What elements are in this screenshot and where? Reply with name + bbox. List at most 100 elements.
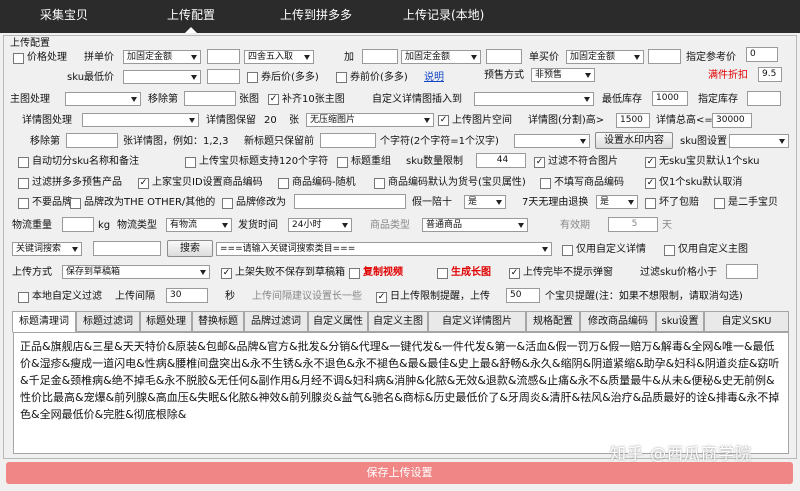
- no-popup-checkbox[interactable]: ✓: [509, 268, 520, 279]
- tab-spec-config[interactable]: 规格配置: [526, 311, 580, 332]
- fail-no-draft-checkbox[interactable]: ✓: [221, 268, 232, 279]
- tab-replace-title[interactable]: 替换标题: [192, 311, 244, 332]
- detail-process-select[interactable]: [82, 113, 199, 127]
- title-rule-select[interactable]: [514, 134, 590, 148]
- min-stock-input[interactable]: 1000: [652, 91, 688, 106]
- ref-price-input[interactable]: 0: [746, 47, 778, 62]
- auto-cut-checkbox[interactable]: [18, 157, 29, 168]
- main-image-select[interactable]: [65, 92, 141, 106]
- remove-nth-detail-input[interactable]: [66, 133, 118, 148]
- nav-tab-upload-config[interactable]: 上传配置: [167, 0, 215, 33]
- tab-title-process[interactable]: 标题处理: [140, 311, 192, 332]
- logistics-type-select[interactable]: 有物流: [166, 218, 232, 232]
- upload-mode-select[interactable]: 保存到草稿箱: [62, 265, 210, 279]
- detail-split-input[interactable]: 1500: [616, 113, 650, 128]
- code-random-checkbox[interactable]: [278, 178, 289, 189]
- copy-video-checkbox[interactable]: [349, 268, 360, 279]
- sku-image-select[interactable]: [729, 134, 789, 148]
- tab-custom-main-image[interactable]: 自定义主图: [368, 311, 428, 332]
- only-custom-main-checkbox[interactable]: [664, 245, 675, 256]
- price-process-checkbox[interactable]: [13, 53, 24, 64]
- tab-title-clean-words[interactable]: 标题清理词: [12, 311, 76, 333]
- filter-presale-checkbox[interactable]: [18, 178, 29, 189]
- sku-min-price-select[interactable]: [123, 70, 201, 84]
- second-hand-checkbox[interactable]: [714, 198, 725, 209]
- plus-amount-input[interactable]: [486, 49, 522, 64]
- nav-tab-upload-pdd[interactable]: 上传到拼多多: [280, 0, 352, 33]
- custom-detail-insert-label: 自定义详情图插入到: [372, 94, 462, 105]
- save-settings-button[interactable]: 保存上传设置: [6, 462, 793, 484]
- watermark-button[interactable]: 设置水印内容: [595, 132, 673, 149]
- rounding-select[interactable]: 四舍五入取: [244, 50, 314, 64]
- presale-select[interactable]: 非预售: [531, 68, 595, 82]
- gen-long-image-checkbox[interactable]: [437, 268, 448, 279]
- broken-pay-checkbox[interactable]: [645, 198, 656, 209]
- pdd-price-amount-input[interactable]: [207, 49, 240, 64]
- brand-other-checkbox[interactable]: [70, 198, 81, 209]
- local-filter-label: 本地自定义过滤: [32, 291, 102, 302]
- weight-label: 物流重量: [12, 220, 52, 231]
- compress-select[interactable]: 无压缩图片: [306, 113, 434, 127]
- title-clean-words-textarea[interactable]: 正品&旗舰店&三星&天天特价&原装&包邮&品牌&官方&批发&分销&代理&一键代发…: [13, 332, 789, 454]
- tab-custom-attributes[interactable]: 自定义属性: [308, 311, 368, 332]
- set-stock-input[interactable]: [747, 91, 781, 106]
- keyword-search-select[interactable]: 关键词搜索: [12, 242, 82, 256]
- sku-min-price-input[interactable]: [207, 69, 240, 84]
- tab-title-filter-words[interactable]: 标题过滤词: [76, 311, 140, 332]
- no-sku-upload-label: 无sku宝贝默认1个sku: [659, 156, 760, 167]
- filter-bad-images-checkbox[interactable]: ✓: [534, 157, 545, 168]
- code-default-checkbox[interactable]: [374, 178, 385, 189]
- tab-sku-settings[interactable]: sku设置: [656, 311, 704, 332]
- local-filter-checkbox[interactable]: [18, 292, 29, 303]
- brand-edit-checkbox[interactable]: [222, 198, 233, 209]
- keyword-input[interactable]: [93, 241, 161, 256]
- explain-link[interactable]: 说明: [424, 71, 444, 85]
- tab-brand-filter-words[interactable]: 品牌过滤词: [244, 311, 308, 332]
- fill-main-checkbox[interactable]: ✓: [268, 94, 279, 105]
- daily-limit-input[interactable]: 50: [506, 288, 540, 303]
- title-reorg-checkbox[interactable]: [337, 157, 348, 168]
- filter-sku-price-input[interactable]: [726, 264, 758, 279]
- category-select[interactable]: ===请输入关键词搜索类目===: [216, 242, 552, 256]
- tab-custom-sku[interactable]: 自定义SKU: [704, 311, 789, 332]
- brand-edit-input[interactable]: [294, 194, 406, 209]
- valid-period-label: 有效期: [560, 220, 590, 231]
- detail-total-input[interactable]: 30000: [712, 113, 752, 128]
- search-button[interactable]: 搜索: [167, 240, 213, 257]
- ship-time-select[interactable]: 24小时: [288, 218, 352, 232]
- no-brand-checkbox[interactable]: [18, 198, 29, 209]
- only-custom-detail-checkbox[interactable]: [562, 245, 573, 256]
- valid-period-input[interactable]: 5: [608, 217, 658, 232]
- tab-edit-goods-code[interactable]: 修改商品编码: [580, 311, 656, 332]
- seven-day-select[interactable]: 是: [596, 195, 638, 209]
- nav-tab-collect[interactable]: 采集宝贝: [40, 0, 88, 33]
- single-price-amount-input[interactable]: [648, 49, 681, 64]
- goods-type-select[interactable]: 普通商品: [422, 218, 528, 232]
- nav-tab-upload-records[interactable]: 上传记录(本地): [403, 0, 484, 33]
- fake-one-select[interactable]: 是: [464, 195, 506, 209]
- weight-input[interactable]: [62, 217, 94, 232]
- detail-space-checkbox[interactable]: ✓: [438, 115, 449, 126]
- before-coupon-checkbox[interactable]: [336, 72, 347, 83]
- upload-interval-input[interactable]: 30: [166, 288, 208, 303]
- detail-keep-value[interactable]: 20: [264, 114, 277, 128]
- remove-nth-main-input[interactable]: [184, 91, 236, 106]
- custom-detail-insert-select[interactable]: [474, 92, 594, 106]
- tab-custom-detail-images[interactable]: 自定义详情图片: [428, 311, 526, 332]
- no-popup-label: 上传完毕不提示弹窗: [523, 267, 613, 278]
- single-price-mode-select[interactable]: 加固定金额: [566, 50, 644, 64]
- only-one-sku-checkbox[interactable]: ✓: [645, 178, 656, 189]
- new-title-keep-input[interactable]: [320, 133, 376, 148]
- title-120-checkbox[interactable]: [185, 157, 196, 168]
- plus-input[interactable]: [362, 49, 398, 64]
- pdd-price-mode-select[interactable]: 加固定金额: [123, 50, 201, 64]
- after-coupon-checkbox[interactable]: [247, 72, 258, 83]
- discount-input[interactable]: 9.5: [758, 67, 782, 82]
- daily-limit-checkbox[interactable]: ✓: [376, 292, 387, 303]
- plus-mode-select[interactable]: 加固定金额: [401, 50, 481, 64]
- sku-limit-input[interactable]: 44: [476, 153, 526, 168]
- no-fill-code-checkbox[interactable]: [540, 178, 551, 189]
- sku-id-code-checkbox[interactable]: ✓: [138, 178, 149, 189]
- detail-total-label: 详情总高<=: [656, 115, 713, 126]
- no-sku-upload-checkbox[interactable]: ✓: [645, 157, 656, 168]
